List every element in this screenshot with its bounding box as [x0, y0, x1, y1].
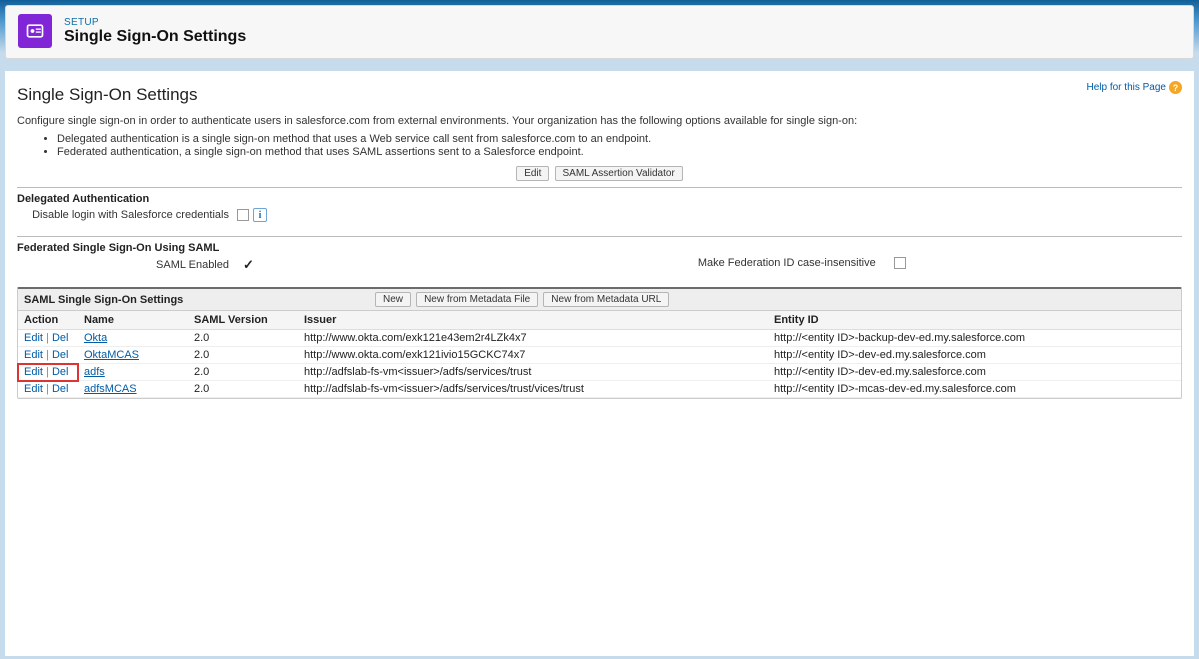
setup-header: SETUP Single Sign-On Settings: [5, 5, 1194, 59]
issuer: http://adfslab-fs-vm<issuer>/adfs/servic…: [298, 364, 768, 381]
col-name: Name: [78, 311, 188, 330]
header-eyebrow: SETUP: [64, 17, 246, 28]
bullet-federated: Federated authentication, a single sign-…: [57, 146, 1182, 158]
edit-link[interactable]: Edit: [24, 366, 43, 378]
help-link-label: Help for this Page: [1087, 82, 1167, 93]
case-insensitive-label: Make Federation ID case-insensitive: [600, 257, 884, 269]
delegated-auth-heading: Delegated Authentication: [17, 188, 1182, 208]
table-row: Edit | DelOktaMCAS2.0http://www.okta.com…: [18, 347, 1181, 364]
saml-table-heading: SAML Single Sign-On Settings: [24, 294, 374, 306]
help-icon: ?: [1169, 81, 1182, 94]
page-title: Single Sign-On Settings: [17, 85, 198, 105]
col-entity-id: Entity ID: [768, 311, 1181, 330]
disable-login-label: Disable login with Salesforce credential…: [17, 209, 237, 221]
header-title: Single Sign-On Settings: [64, 28, 246, 46]
del-link[interactable]: Del: [52, 332, 69, 344]
bullet-delegated: Delegated authentication is a single sig…: [57, 133, 1182, 145]
saml-settings-table: SAML Single Sign-On Settings New New fro…: [17, 287, 1182, 399]
issuer: http://adfslab-fs-vm<issuer>/adfs/servic…: [298, 381, 768, 398]
entity-id: http://<entity ID>-mcas-dev-ed.my.salesf…: [768, 381, 1181, 398]
col-action: Action: [18, 311, 78, 330]
issuer: http://www.okta.com/exk121e43em2r4LZk4x7: [298, 330, 768, 347]
info-bullets: Delegated authentication is a single sig…: [57, 133, 1182, 158]
help-link[interactable]: Help for this Page ?: [1087, 81, 1183, 94]
edit-link[interactable]: Edit: [24, 349, 43, 361]
saml-enabled-check-icon: ✓: [243, 257, 254, 273]
new-button[interactable]: New: [375, 292, 411, 307]
edit-link[interactable]: Edit: [24, 383, 43, 395]
saml-version: 2.0: [188, 364, 298, 381]
page-description: Configure single sign-on in order to aut…: [17, 115, 1182, 127]
del-link[interactable]: Del: [52, 383, 69, 395]
edit-button[interactable]: Edit: [516, 166, 549, 181]
saml-version: 2.0: [188, 347, 298, 364]
new-from-file-button[interactable]: New from Metadata File: [416, 292, 538, 307]
disable-login-checkbox[interactable]: [237, 209, 249, 221]
saml-enabled-label: SAML Enabled: [17, 259, 237, 271]
identity-icon: [18, 14, 52, 48]
table-row: Edit | DelOkta2.0http://www.okta.com/exk…: [18, 330, 1181, 347]
del-link[interactable]: Del: [52, 366, 69, 378]
info-icon[interactable]: i: [253, 208, 267, 222]
saml-validator-button[interactable]: SAML Assertion Validator: [555, 166, 683, 181]
entity-id: http://<entity ID>-backup-dev-ed.my.sale…: [768, 330, 1181, 347]
config-name-link[interactable]: OktaMCAS: [84, 349, 139, 361]
col-version: SAML Version: [188, 311, 298, 330]
del-link[interactable]: Del: [52, 349, 69, 361]
new-from-url-button[interactable]: New from Metadata URL: [543, 292, 669, 307]
content-panel: Single Sign-On Settings Help for this Pa…: [5, 71, 1194, 656]
issuer: http://www.okta.com/exk121ivio15GCKC74x7: [298, 347, 768, 364]
saml-version: 2.0: [188, 330, 298, 347]
case-insensitive-checkbox[interactable]: [894, 257, 906, 269]
edit-link[interactable]: Edit: [24, 332, 43, 344]
table-row: Edit | Deladfs2.0http://adfslab-fs-vm<is…: [18, 364, 1181, 381]
saml-version: 2.0: [188, 381, 298, 398]
config-name-link[interactable]: adfs: [84, 366, 105, 378]
entity-id: http://<entity ID>-dev-ed.my.salesforce.…: [768, 364, 1181, 381]
federated-heading: Federated Single Sign-On Using SAML: [17, 237, 1182, 257]
config-name-link[interactable]: Okta: [84, 332, 107, 344]
entity-id: http://<entity ID>-dev-ed.my.salesforce.…: [768, 347, 1181, 364]
config-name-link[interactable]: adfsMCAS: [84, 383, 137, 395]
col-issuer: Issuer: [298, 311, 768, 330]
table-row: Edit | DeladfsMCAS2.0http://adfslab-fs-v…: [18, 381, 1181, 398]
